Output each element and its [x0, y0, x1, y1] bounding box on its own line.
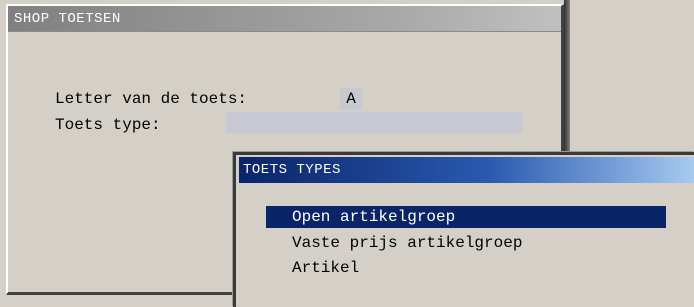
- letter-field[interactable]: A: [340, 88, 362, 110]
- list-item-vaste-prijs-artikelgroep[interactable]: Vaste prijs artikelgroep: [266, 232, 666, 254]
- main-window-title: SHOP TOETSEN: [14, 11, 121, 27]
- main-titlebar: SHOP TOETSEN: [8, 6, 561, 32]
- type-field[interactable]: [226, 112, 522, 133]
- toets-types-popup: TOETS TYPES Open artikelgroep Vaste prij…: [233, 152, 694, 307]
- list-item-artikel[interactable]: Artikel: [266, 257, 666, 279]
- popup-title: TOETS TYPES: [243, 162, 341, 178]
- letter-label: Letter van de toets:: [55, 90, 248, 108]
- list-item-open-artikelgroep[interactable]: Open artikelgroep: [266, 206, 666, 228]
- popup-titlebar: TOETS TYPES: [239, 157, 694, 183]
- type-label: Toets type:: [55, 116, 161, 134]
